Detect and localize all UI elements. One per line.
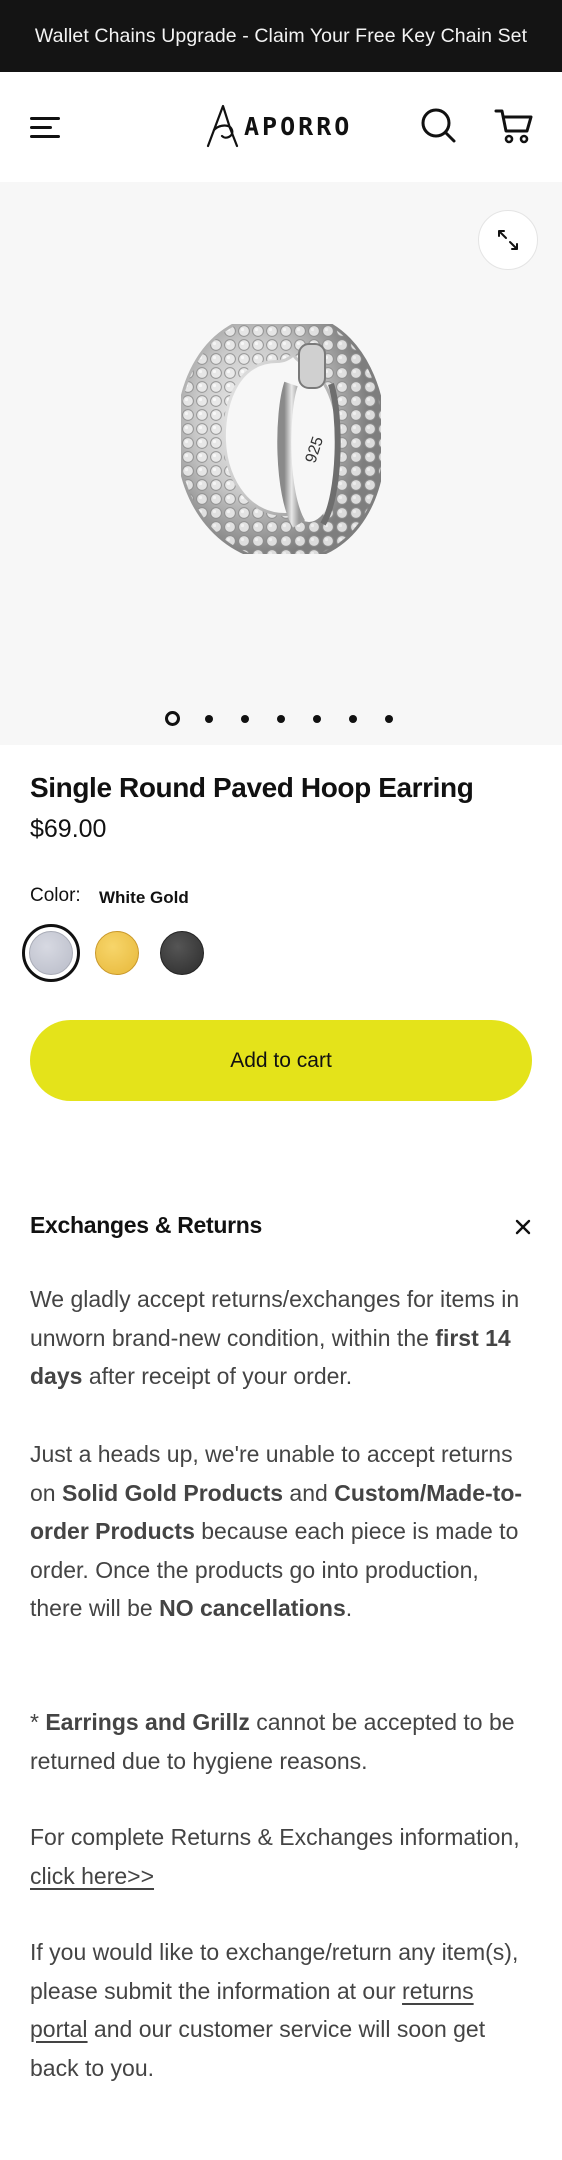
color-value: White Gold [99,888,189,907]
expand-icon[interactable] [478,210,538,270]
swatch-black[interactable] [160,931,204,975]
search-icon[interactable] [420,106,458,146]
product-image-hoop-earring[interactable]: 925 [175,313,387,564]
returns-info-link[interactable]: click here>> [30,1863,154,1889]
gallery-dot-7[interactable] [385,715,393,723]
returns-paragraph-4: For complete Returns & Exchanges informa… [30,1824,520,1889]
gallery-dot-3[interactable] [241,715,249,723]
add-to-cart-button[interactable]: Add to cart [30,1020,532,1101]
logo-text: APORRO [244,111,353,141]
announcement-bar[interactable]: Wallet Chains Upgrade - Claim Your Free … [0,0,562,72]
swatch-gold[interactable] [95,931,139,975]
hamburger-menu-icon[interactable] [30,114,64,140]
product-gallery[interactable]: 925 [0,182,562,745]
gallery-dot-2[interactable] [205,715,213,723]
logo-mark-icon [206,104,239,148]
announcement-text[interactable]: Wallet Chains Upgrade - Claim Your Free … [35,25,527,48]
swatch-white-gold[interactable] [29,931,73,975]
returns-paragraph-3: * Earrings and Grillz cannot be accepted… [30,1709,515,1774]
close-icon[interactable] [512,1216,534,1238]
gallery-dot-4[interactable] [277,715,285,723]
gallery-dot-1[interactable] [165,711,180,726]
site-header: APORRO [0,72,562,182]
product-price: $69.00 [30,815,107,843]
cart-icon[interactable] [494,106,534,146]
gallery-dot-5[interactable] [313,715,321,723]
returns-paragraph-1: We gladly accept returns/exchanges for i… [30,1286,520,1389]
returns-paragraph-2: Just a heads up, we're unable to accept … [30,1441,523,1621]
brand-logo[interactable]: APORRO [204,100,360,152]
returns-section-title[interactable]: Exchanges & Returns [30,1212,262,1239]
gallery-pagination [0,710,562,730]
product-title: Single Round Paved Hoop Earring [30,772,474,803]
gallery-dot-6[interactable] [349,715,357,723]
returns-paragraph-5: If you would like to exchange/return any… [30,1939,519,2081]
color-label: Color: [30,885,81,906]
